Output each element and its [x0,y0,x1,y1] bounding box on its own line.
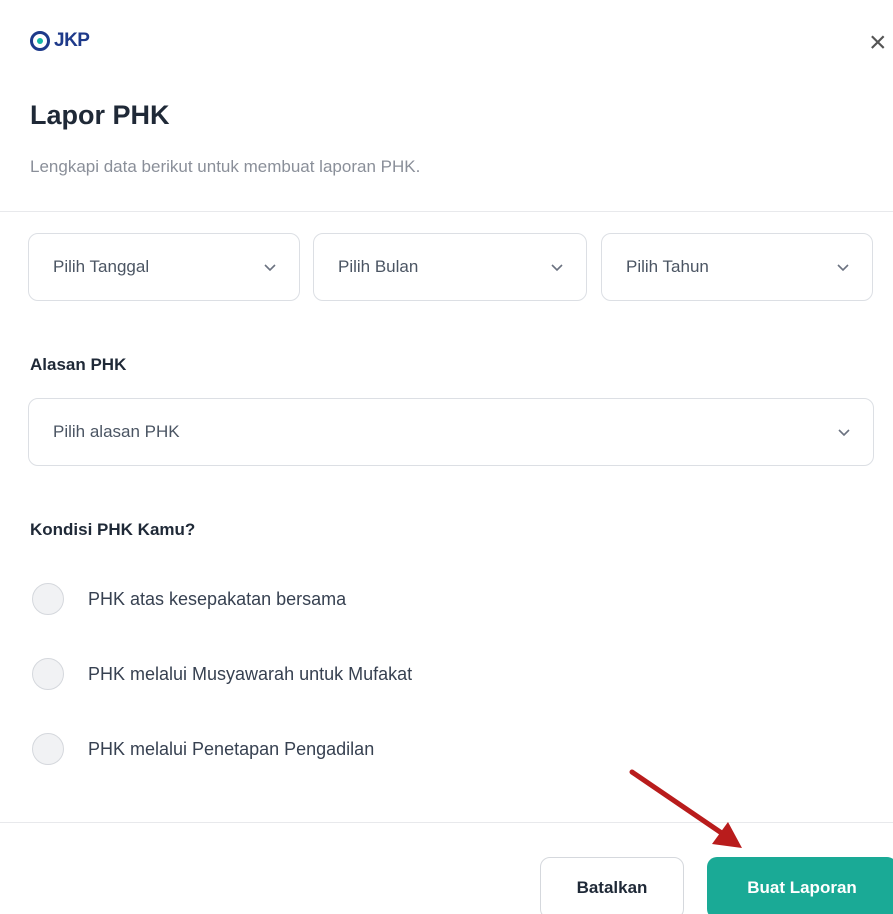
radio-button[interactable] [32,733,64,765]
year-select-label: Pilih Tahun [626,257,709,276]
condition-option-court-ruling[interactable]: PHK melalui Penetapan Pengadilan [32,733,374,765]
reason-select-label: Pilih alasan PHK [53,422,180,441]
chevron-down-icon [838,429,850,437]
day-select[interactable]: Pilih Tanggal [28,233,300,301]
dialog-title: Lapor PHK [30,100,170,130]
chevron-down-icon [551,264,563,272]
condition-option-label: PHK melalui Musyawarah untuk Mufakat [88,663,413,684]
chevron-down-icon [264,264,276,272]
radio-button[interactable] [32,583,64,615]
condition-option-label: PHK atas kesepakatan bersama [88,588,347,609]
header-divider [0,211,893,212]
dialog-subtitle: Lengkapi data berikut untuk membuat lapo… [30,157,421,176]
radio-button[interactable] [32,658,64,690]
chevron-down-icon [837,264,849,272]
annotation-arrow-icon [629,769,742,848]
reason-label: Alasan PHK [30,355,127,374]
brand-name: JKP [54,30,90,51]
create-report-button[interactable]: Buat Laporan [707,857,893,914]
jkp-logo-icon [30,31,50,51]
year-select[interactable]: Pilih Tahun [601,233,873,301]
close-icon[interactable]: × [869,28,893,58]
cancel-button[interactable]: Batalkan [540,857,684,914]
day-select-label: Pilih Tanggal [53,257,150,276]
condition-label: Kondisi PHK Kamu? [30,520,196,539]
condition-option-mutual-agreement[interactable]: PHK atas kesepakatan bersama [32,583,346,615]
jkp-logo: JKP [30,30,90,52]
condition-option-deliberation[interactable]: PHK melalui Musyawarah untuk Mufakat [32,658,412,690]
month-select[interactable]: Pilih Bulan [313,233,587,301]
condition-option-label: PHK melalui Penetapan Pengadilan [88,738,375,759]
reason-select[interactable]: Pilih alasan PHK [28,398,874,466]
footer-divider [0,822,893,823]
month-select-label: Pilih Bulan [338,257,419,276]
